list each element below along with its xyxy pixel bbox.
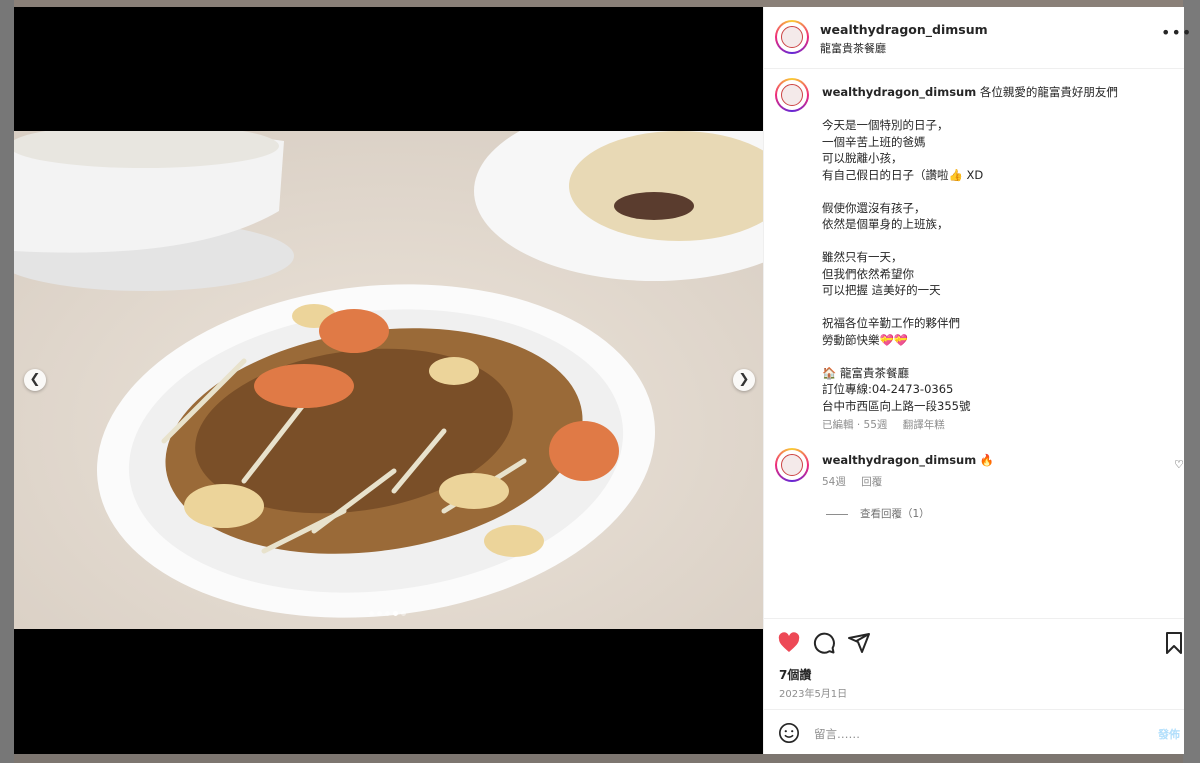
view-replies-label: 查看回覆（1）	[860, 508, 930, 520]
caption-line: 訂位專線:04-2473-0365	[822, 382, 954, 396]
caption-line: 台中市西區向上路一段355號	[822, 398, 971, 413]
carousel-dot	[385, 611, 390, 616]
location-link[interactable]: 龍富貴茶餐廳	[820, 40, 886, 56]
carousel-dot	[369, 611, 374, 616]
carousel-indicator	[369, 611, 406, 616]
comment-icon[interactable]	[812, 631, 836, 655]
comment-meta: 54週 回覆	[822, 474, 894, 489]
background-overlay	[0, 0, 14, 763]
caption-line	[822, 233, 1172, 250]
caption-line: 🏠 龍富貴茶餐廳	[822, 365, 909, 380]
add-comment-bar: 發佈	[764, 709, 1184, 755]
brand-logo-icon	[781, 454, 803, 476]
header-username[interactable]: wealthydragon_dimsum	[820, 22, 988, 37]
caption-line	[822, 348, 1172, 365]
brand-logo-icon	[781, 26, 803, 48]
post-comment-button[interactable]: 發佈	[1158, 726, 1180, 742]
carousel-dot	[377, 611, 382, 616]
view-replies-button[interactable]: 查看回覆（1）	[826, 506, 930, 521]
caption-line: 但我們依然希望你	[822, 266, 914, 281]
post-side-panel: wealthydragon_dimsum 龍富貴茶餐廳 ••• wealthyd…	[763, 7, 1191, 755]
avatar[interactable]	[775, 448, 809, 482]
comment: wealthydragon_dimsum 🔥	[822, 453, 994, 467]
post-actions: 7個讚 2023年5月1日	[764, 618, 1184, 709]
post-date: 2023年5月1日	[779, 689, 848, 700]
likes-count[interactable]: 7個讚	[779, 666, 811, 683]
caption-line: 有自己假日的日子（讚啦👍 XD	[822, 167, 984, 182]
post-photo	[14, 131, 763, 629]
caption-line: 勞動節快樂💝💝	[822, 332, 909, 347]
comment-text: 🔥	[979, 453, 995, 467]
post-caption: wealthydragon_dimsum 各位親愛的龍富貴好朋友們 今天是一個特…	[822, 84, 1172, 414]
avatar[interactable]	[775, 20, 809, 54]
share-icon[interactable]	[847, 631, 871, 655]
heart-filled-icon[interactable]	[777, 631, 801, 655]
next-photo-button[interactable]: ❯	[733, 369, 755, 391]
reply-button[interactable]: 回覆	[861, 476, 882, 488]
caption-body: 今天是一個特別的日子， 一個辛苦上班的爸媽 可以脫離小孩， 有自己假日的日子（讚啦👍 …	[822, 117, 1172, 414]
translate-link[interactable]: 翻譯年糕	[903, 419, 945, 431]
more-options-icon[interactable]: •••	[1161, 23, 1192, 42]
avatar[interactable]	[775, 78, 809, 112]
carousel-dot	[401, 611, 406, 616]
carousel-dot-active	[393, 611, 398, 616]
emoji-icon[interactable]	[778, 722, 800, 744]
caption-line	[822, 183, 1172, 200]
caption-line: 可以把握 這美好的一天	[822, 283, 941, 297]
caption-line: 今天是一個特別的日子，	[822, 118, 949, 132]
bookmark-icon[interactable]	[1162, 631, 1186, 655]
caption-line: 可以脫離小孩，	[822, 151, 903, 165]
post-media: ❮ ❯	[14, 7, 763, 754]
caption-line: 一個辛苦上班的爸媽	[822, 134, 926, 149]
brand-logo-icon	[781, 84, 803, 106]
comment-input[interactable]	[812, 722, 1136, 746]
edited-label: 已編輯 · 55週	[822, 419, 888, 431]
heart-outline-icon[interactable]: ♡	[1174, 458, 1184, 471]
previous-photo-button[interactable]: ❮	[24, 369, 46, 391]
caption-line	[822, 299, 1172, 316]
comment-username[interactable]: wealthydragon_dimsum	[822, 453, 976, 467]
caption-line: 祝福各位辛勤工作的夥伴們	[822, 316, 960, 330]
caption-line: 依然是個單身的上班族，	[822, 217, 949, 231]
caption-line: 雖然只有一天，	[822, 250, 903, 264]
comment-time: 54週	[822, 476, 846, 488]
post-header: wealthydragon_dimsum 龍富貴茶餐廳 •••	[764, 7, 1191, 69]
caption-username[interactable]: wealthydragon_dimsum	[822, 85, 976, 99]
caption-first-line: 各位親愛的龍富貴好朋友們	[979, 85, 1118, 99]
caption-meta: 已編輯 · 55週 翻譯年糕	[822, 417, 957, 432]
background-strip	[0, 754, 1200, 763]
caption-line: 假使你還沒有孩子，	[822, 200, 926, 215]
